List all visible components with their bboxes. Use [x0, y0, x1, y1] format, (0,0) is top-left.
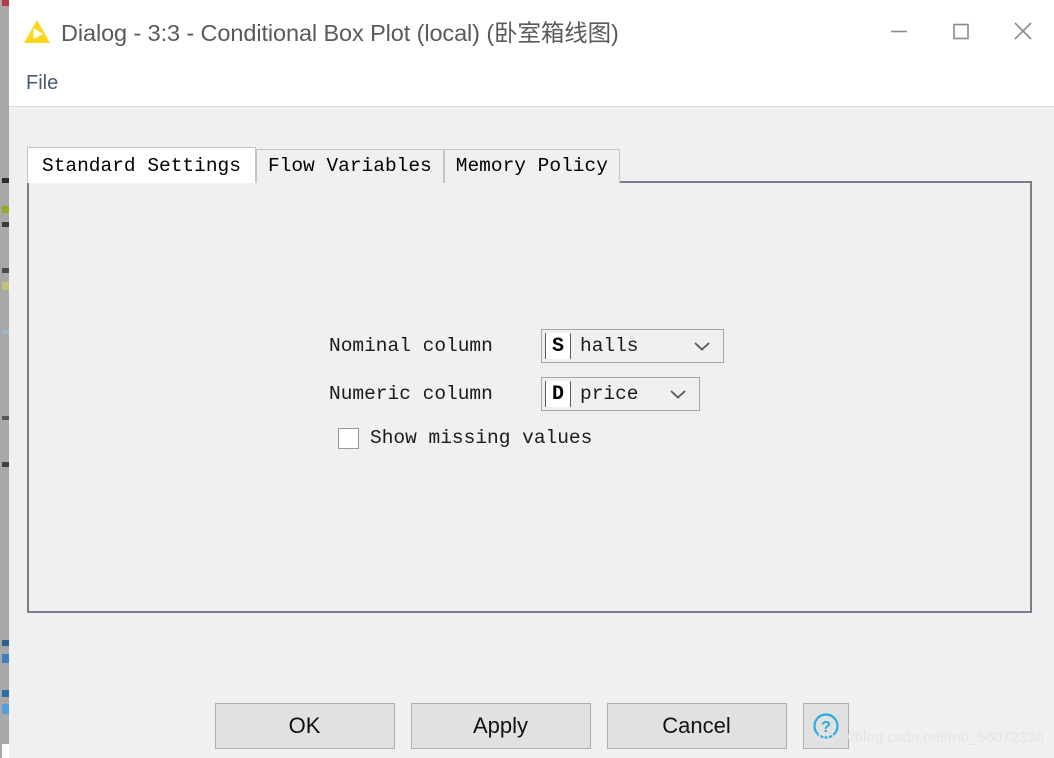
- chevron-down-icon: [693, 340, 711, 352]
- numeric-column-label: Numeric column: [329, 383, 493, 405]
- background-window-strip: [0, 0, 9, 758]
- maximize-button[interactable]: [930, 0, 992, 62]
- bg-fragment: [2, 416, 9, 420]
- bg-fragment: [2, 282, 9, 290]
- bg-fragment: [2, 704, 9, 714]
- standard-settings-panel: Nominal column S halls Numeric column D …: [27, 181, 1032, 613]
- menu-item-file[interactable]: File: [9, 70, 68, 99]
- close-icon: [1014, 22, 1032, 40]
- show-missing-values-row: Show missing values: [338, 427, 724, 449]
- numeric-column-dropdown[interactable]: D price: [541, 377, 700, 411]
- bg-fragment: [2, 206, 9, 213]
- bg-fragment: [2, 744, 9, 758]
- numeric-column-value: price: [580, 383, 639, 405]
- settings-form: Nominal column S halls Numeric column D …: [329, 329, 724, 449]
- show-missing-values-checkbox[interactable]: [338, 427, 359, 449]
- dialog-window: Dialog - 3:3 - Conditional Box Plot (loc…: [9, 0, 1054, 758]
- nominal-column-label: Nominal column: [329, 335, 493, 357]
- tab-flow-variables[interactable]: Flow Variables: [255, 149, 444, 183]
- minimize-icon: [891, 30, 907, 33]
- show-missing-values-label[interactable]: Show missing values: [370, 427, 592, 449]
- window-title: Dialog - 3:3 - Conditional Box Plot (loc…: [61, 20, 619, 46]
- minimize-button[interactable]: [868, 0, 930, 62]
- bg-fragment: [2, 330, 9, 334]
- title-bar[interactable]: Dialog - 3:3 - Conditional Box Plot (loc…: [9, 0, 1054, 62]
- bg-fragment: [2, 268, 9, 273]
- watermark: https://blog.csdn.net/m0_56072336: [809, 729, 1044, 746]
- nominal-column-value: halls: [580, 335, 639, 357]
- string-type-badge: S: [545, 333, 571, 359]
- dialog-body: Standard Settings Flow Variables Memory …: [9, 107, 1054, 758]
- bg-fragment: [2, 0, 9, 6]
- bg-fragment: [2, 222, 9, 227]
- double-type-badge: D: [545, 381, 571, 407]
- menu-bar: File: [9, 62, 1054, 107]
- ok-button[interactable]: OK: [214, 703, 395, 749]
- bg-fragment: [2, 690, 9, 697]
- tab-standard-settings[interactable]: Standard Settings: [27, 147, 256, 183]
- tab-memory-policy[interactable]: Memory Policy: [443, 149, 620, 183]
- knime-triangle-icon: [22, 17, 52, 47]
- window-controls: [868, 0, 1054, 62]
- apply-button[interactable]: Apply: [410, 703, 591, 749]
- nominal-column-dropdown[interactable]: S halls: [541, 329, 724, 363]
- chevron-down-icon: [669, 388, 687, 400]
- cancel-button[interactable]: Cancel: [606, 703, 787, 749]
- bg-fragment: [2, 654, 9, 663]
- bg-fragment: [2, 178, 9, 183]
- numeric-column-row: Numeric column D price: [329, 377, 724, 411]
- maximize-icon: [953, 23, 969, 40]
- tab-strip: Standard Settings Flow Variables Memory …: [27, 145, 620, 183]
- bg-fragment: [2, 462, 9, 467]
- bg-fragment: [2, 640, 9, 646]
- close-button[interactable]: [992, 0, 1054, 62]
- nominal-column-row: Nominal column S halls: [329, 329, 724, 363]
